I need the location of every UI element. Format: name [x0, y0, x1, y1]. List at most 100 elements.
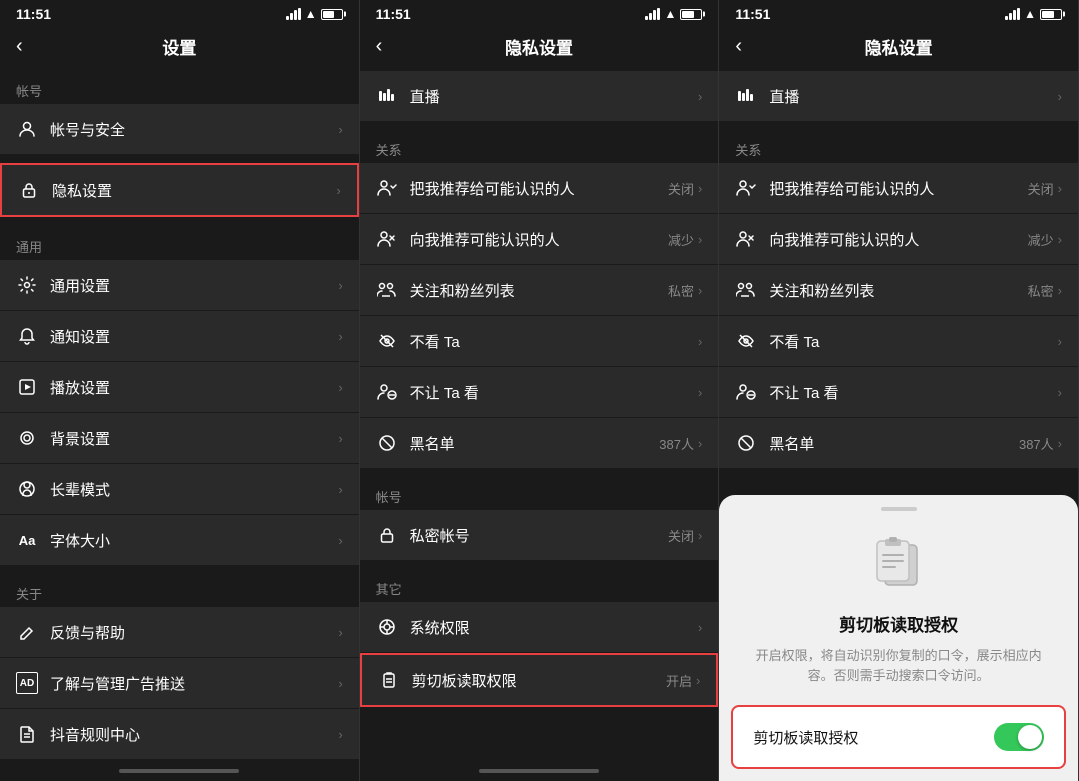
font-icon: Aa: [16, 529, 38, 551]
section-label-account2: 帐号: [360, 477, 719, 510]
list-item-block-3[interactable]: 不让 Ta 看 ›: [719, 367, 1078, 418]
recommend-me-right-3: 关闭 ›: [1028, 179, 1062, 198]
live-icon: [376, 85, 398, 107]
section-label-general: 通用: [0, 227, 359, 260]
recommend-me-icon-3: [735, 177, 757, 199]
ad-manage-label: 了解与管理广告推送: [50, 673, 338, 694]
follow-fans-label: 关注和粉丝列表: [410, 280, 668, 301]
chevron-icon: ›: [1058, 436, 1062, 451]
chevron-icon: ›: [698, 385, 702, 400]
blacklist-icon-3: [735, 432, 757, 454]
ad-icon: AD: [16, 672, 38, 694]
list-item-nosee-3[interactable]: 不看 Ta ›: [719, 316, 1078, 367]
list-item-notification[interactable]: 通知设置 ›: [0, 311, 359, 362]
chevron-icon: ›: [338, 380, 342, 395]
live-icon-3: [735, 85, 757, 107]
chevron-icon: ›: [338, 676, 342, 691]
chevron-icon: ›: [698, 89, 702, 104]
general-settings-label: 通用设置: [50, 275, 338, 296]
list-item-recommend-to-me-3[interactable]: 向我推荐可能认识的人 减少 ›: [719, 214, 1078, 265]
list-item-general-settings[interactable]: 通用设置 ›: [0, 260, 359, 311]
modal-toggle-row[interactable]: 剪切板读取授权: [731, 705, 1066, 769]
list-item-private-account[interactable]: 私密帐号 关闭 ›: [360, 510, 719, 561]
list-item-recommend-me[interactable]: 把我推荐给可能认识的人 关闭 ›: [360, 163, 719, 214]
list-item-system-perm[interactable]: 系统权限 ›: [360, 602, 719, 653]
back-button-2[interactable]: ‹: [376, 35, 383, 58]
blacklist-right: 387人 ›: [659, 434, 702, 453]
status-icons-3: ▲: [1005, 7, 1062, 21]
status-time-3: 11:51: [735, 6, 770, 22]
nosee-label: 不看 Ta: [410, 331, 698, 352]
list-item-playback[interactable]: 播放设置 ›: [0, 362, 359, 413]
modal-handle: [881, 507, 917, 511]
status-bar-1: 11:51 ▲: [0, 0, 359, 26]
background-icon: [16, 427, 38, 449]
clipboard-icon: [378, 669, 400, 691]
list-item-ad-manage[interactable]: AD 了解与管理广告推送 ›: [0, 658, 359, 709]
list-item-privacy[interactable]: 隐私设置 ›: [0, 163, 359, 217]
private-account-label: 私密帐号: [410, 525, 668, 546]
block-icon-3: [735, 381, 757, 403]
list-item-blacklist[interactable]: 黑名单 387人 ›: [360, 418, 719, 469]
nosee-label-3: 不看 Ta: [769, 331, 1057, 352]
blacklist-count: 387人: [659, 434, 694, 453]
clipboard-label: 剪切板读取权限: [412, 670, 666, 691]
list-item-feedback[interactable]: 反馈与帮助 ›: [0, 607, 359, 658]
chevron-icon: ›: [698, 436, 702, 451]
recommend-to-me-status: 减少: [668, 230, 694, 249]
chevron-icon: ›: [1058, 89, 1062, 104]
system-perm-icon: [376, 616, 398, 638]
blacklist-right-3: 387人 ›: [1019, 434, 1062, 453]
rules-label: 抖音规则中心: [50, 724, 338, 745]
chevron-icon: ›: [698, 283, 702, 298]
page-title-3: 隐私设置: [865, 34, 933, 59]
list-item-background[interactable]: 背景设置 ›: [0, 413, 359, 464]
list-item-clipboard[interactable]: 剪切板读取权限 开启 ›: [360, 653, 719, 707]
private-account-right: 关闭 ›: [668, 526, 702, 545]
section-label-other: 其它: [360, 569, 719, 602]
recommend-me-status: 关闭: [668, 179, 694, 198]
private-account-icon: [376, 524, 398, 546]
blacklist-label: 黑名单: [410, 433, 660, 454]
recommend-me-label: 把我推荐给可能认识的人: [410, 178, 668, 199]
back-button-1[interactable]: ‹: [16, 35, 23, 58]
elder-mode-label: 长辈模式: [50, 479, 338, 500]
section-label-account: 帐号: [0, 71, 359, 104]
list-item-live[interactable]: 直播 ›: [360, 71, 719, 122]
follow-fans-icon-3: [735, 279, 757, 301]
list-item-recommend-to-me[interactable]: 向我推荐可能认识的人 减少 ›: [360, 214, 719, 265]
recommend-to-me-icon: [376, 228, 398, 250]
lock-icon: [18, 179, 40, 201]
recommend-to-me-label: 向我推荐可能认识的人: [410, 229, 668, 250]
list-item-account-security[interactable]: 帐号与安全 ›: [0, 104, 359, 155]
signal-icon-1: [286, 8, 301, 20]
status-icons-1: ▲: [286, 7, 343, 21]
list-item-recommend-me-3[interactable]: 把我推荐给可能认识的人 关闭 ›: [719, 163, 1078, 214]
chevron-icon: ›: [338, 431, 342, 446]
chevron-icon: ›: [1058, 385, 1062, 400]
battery-icon-3: [1040, 9, 1062, 20]
background-label: 背景设置: [50, 428, 338, 449]
privacy-settings-label: 隐私设置: [52, 180, 336, 201]
list-item-follow-fans-3[interactable]: 关注和粉丝列表 私密 ›: [719, 265, 1078, 316]
list-item-elder-mode[interactable]: 长辈模式 ›: [0, 464, 359, 515]
toggle-clipboard[interactable]: [994, 723, 1044, 751]
feedback-label: 反馈与帮助: [50, 622, 338, 643]
list-item-blacklist-3[interactable]: 黑名单 387人 ›: [719, 418, 1078, 469]
chevron-icon: ›: [698, 232, 702, 247]
list-item-rules[interactable]: 抖音规则中心 ›: [0, 709, 359, 760]
status-time-2: 11:51: [376, 6, 411, 22]
list-item-live-3[interactable]: 直播 ›: [719, 71, 1078, 122]
back-button-3[interactable]: ‹: [735, 35, 742, 58]
list-item-font-size[interactable]: Aa 字体大小 ›: [0, 515, 359, 566]
panel-privacy: 11:51 ▲ ‹ 隐私设置: [360, 0, 720, 781]
person-icon: [16, 118, 38, 140]
list-item-block[interactable]: 不让 Ta 看 ›: [360, 367, 719, 418]
nosee-icon: [376, 330, 398, 352]
list-item-follow-fans[interactable]: 关注和粉丝列表 私密 ›: [360, 265, 719, 316]
list-item-nosee[interactable]: 不看 Ta ›: [360, 316, 719, 367]
follow-fans-label-3: 关注和粉丝列表: [769, 280, 1027, 301]
page-title-2: 隐私设置: [505, 34, 573, 59]
follow-fans-status: 私密: [668, 281, 694, 300]
playback-label: 播放设置: [50, 377, 338, 398]
